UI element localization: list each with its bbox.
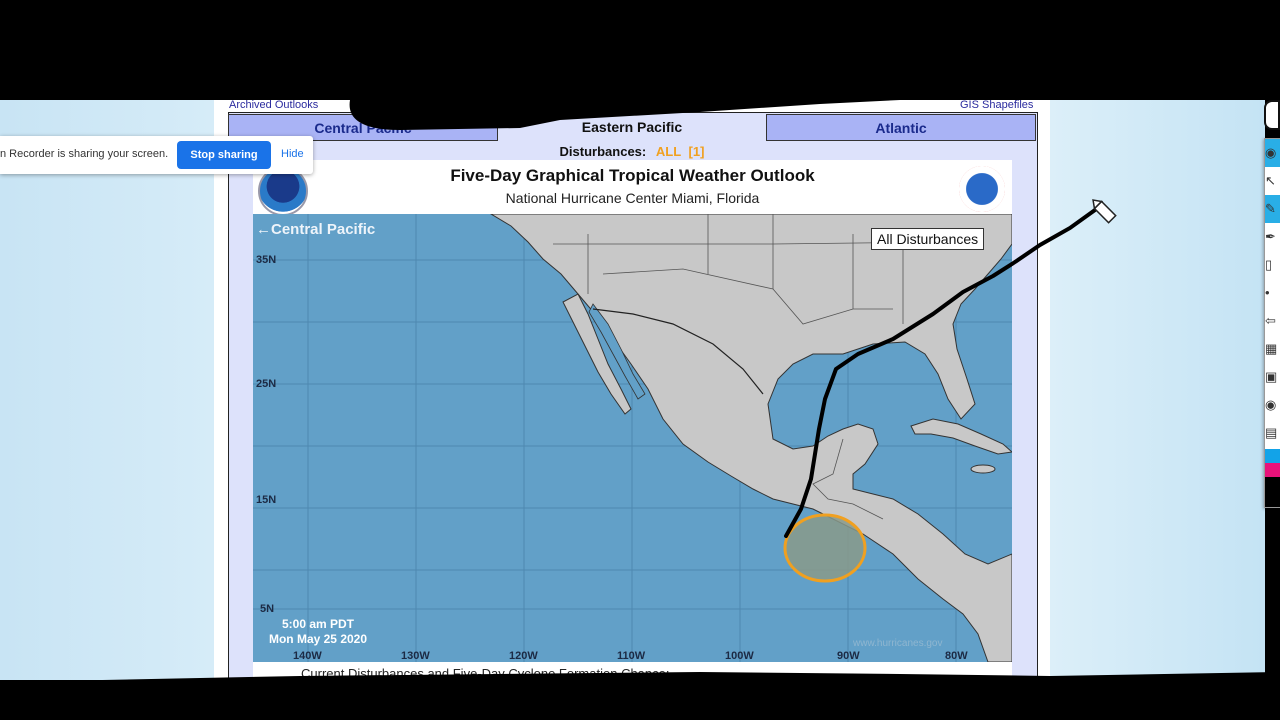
lon-label-90w: 90W bbox=[837, 650, 860, 662]
disturbances-row: Disturbances: ALL [1] bbox=[228, 144, 1036, 159]
timestamp-time: 5:00 am PDT bbox=[281, 617, 355, 631]
disturbance-area[interactable] bbox=[783, 513, 867, 583]
central-pacific-map-link[interactable]: ←Central Pacific bbox=[256, 221, 375, 238]
hide-button[interactable]: Hide bbox=[281, 148, 304, 160]
lon-label-130w: 130W bbox=[401, 650, 430, 662]
redaction-top bbox=[0, 0, 1280, 100]
lon-label-80w: 80W bbox=[945, 650, 968, 662]
clipboard-icon[interactable]: ▤ bbox=[1265, 419, 1280, 447]
jamaica bbox=[970, 464, 996, 474]
highlighter-icon[interactable]: ✎ bbox=[1265, 195, 1280, 223]
page-title: Five-Day Graphical Tropical Weather Outl… bbox=[450, 166, 815, 185]
screen-share-notification: n Recorder is sharing your screen. Stop … bbox=[0, 136, 313, 174]
map-canvas bbox=[253, 214, 1012, 662]
lat-label-5n: 5N bbox=[260, 603, 275, 615]
lat-label-25n: 25N bbox=[256, 378, 277, 390]
outlook-header: Five-Day Graphical Tropical Weather Outl… bbox=[253, 160, 1012, 216]
lat-label-15n: 15N bbox=[256, 494, 277, 506]
lon-label-100w: 100W bbox=[725, 650, 754, 662]
camera-icon[interactable]: ◉ bbox=[1265, 391, 1280, 419]
nws-logo-icon[interactable] bbox=[959, 166, 1005, 212]
north-america-landmass bbox=[490, 214, 1012, 662]
gis-shapefiles-link[interactable]: GIS Shapefiles bbox=[960, 99, 1033, 111]
tab-atlantic[interactable]: Atlantic bbox=[766, 114, 1036, 141]
desktop-background-right bbox=[1050, 100, 1265, 680]
color-swatch-black[interactable] bbox=[1265, 477, 1280, 507]
map-footer: Current Disturbances and Five-Day Cyclon… bbox=[253, 662, 1012, 682]
page-subtitle: National Hurricane Center Miami, Florida bbox=[505, 190, 760, 206]
lat-label-35n: 35N bbox=[256, 254, 277, 266]
color-swatch-blue[interactable] bbox=[1265, 449, 1280, 463]
screen-share-message: n Recorder is sharing your screen. bbox=[0, 148, 169, 160]
desktop-background-left bbox=[0, 100, 214, 680]
disturbances-label: Disturbances: bbox=[559, 144, 647, 159]
footer-legend-text: Current Disturbances and Five-Day Cyclon… bbox=[301, 666, 670, 681]
cursor-icon[interactable]: ↖ bbox=[1265, 167, 1280, 195]
all-disturbances-button[interactable]: All Disturbances bbox=[871, 228, 985, 250]
disturbances-all-link[interactable]: ALL bbox=[656, 144, 681, 159]
timestamp-date: Mon May 25 2020 bbox=[268, 632, 368, 646]
outlook-map[interactable]: ←Central Pacific All Disturbances 35N 25… bbox=[253, 214, 1012, 662]
pen-icon[interactable]: ✒ bbox=[1265, 223, 1280, 251]
stop-sharing-button[interactable]: Stop sharing bbox=[177, 141, 271, 169]
trash-icon[interactable]: ▦ bbox=[1265, 335, 1280, 363]
whiteboard-icon[interactable]: ▣ bbox=[1265, 363, 1280, 391]
tab-eastern-pacific[interactable]: Eastern Pacific bbox=[498, 114, 766, 141]
annotation-app-logo-icon[interactable] bbox=[1264, 100, 1280, 130]
cuba bbox=[910, 418, 1012, 455]
eraser-icon[interactable]: ▯ bbox=[1265, 251, 1280, 279]
undo-icon[interactable]: ⇦ bbox=[1265, 307, 1280, 335]
lon-label-120w: 120W bbox=[509, 650, 538, 662]
color-swatch-pink[interactable] bbox=[1265, 463, 1280, 477]
annotation-toolbar: ◉ ↖ ✎ ✒ ▯ • ⇦ ▦ ▣ ◉ ▤ bbox=[1264, 138, 1280, 508]
archived-outlooks-link[interactable]: Archived Outlooks bbox=[229, 99, 318, 111]
lon-label-110w: 110W bbox=[617, 650, 646, 662]
disturbance-1-link[interactable]: [1] bbox=[689, 144, 705, 159]
hurricanes-gov-watermark: www.hurricanes.gov bbox=[853, 638, 943, 649]
lon-label-140w: 140W bbox=[293, 650, 322, 662]
dot-icon[interactable]: • bbox=[1265, 279, 1280, 307]
eye-icon[interactable]: ◉ bbox=[1265, 139, 1280, 167]
